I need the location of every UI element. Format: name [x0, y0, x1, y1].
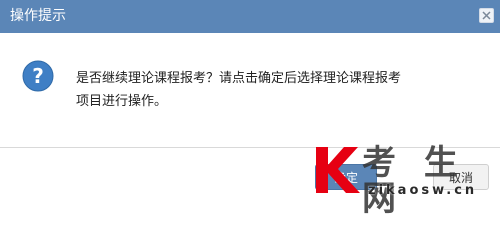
- close-icon: [482, 11, 491, 20]
- question-icon: ?: [22, 60, 54, 92]
- svg-text:?: ?: [32, 64, 44, 88]
- dialog-message: 是否继续理论课程报考？请点击确定后选择理论课程报考 项目进行操作。: [76, 67, 486, 113]
- dialog: 操作提示 ? 是否继续理论课程报考？请点击确定后选择理论课程报考 项目进行操作。…: [0, 0, 500, 217]
- dialog-title: 操作提示: [10, 8, 66, 24]
- watermark-domain: zikaosw.cn: [368, 183, 478, 198]
- message-line-2: 项目进行操作。: [76, 94, 168, 109]
- watermark-logo: [316, 147, 360, 193]
- close-button[interactable]: [479, 8, 494, 23]
- dialog-body: ? 是否继续理论课程报考？请点击确定后选择理论课程报考 项目进行操作。: [0, 33, 500, 148]
- dialog-titlebar: 操作提示: [0, 0, 500, 33]
- message-line-1: 是否继续理论课程报考？请点击确定后选择理论课程报考: [76, 71, 402, 86]
- watermark: 考 生 网 zikaosw.cn: [312, 143, 500, 217]
- watermark-site-name: 考 生 网: [362, 143, 466, 219]
